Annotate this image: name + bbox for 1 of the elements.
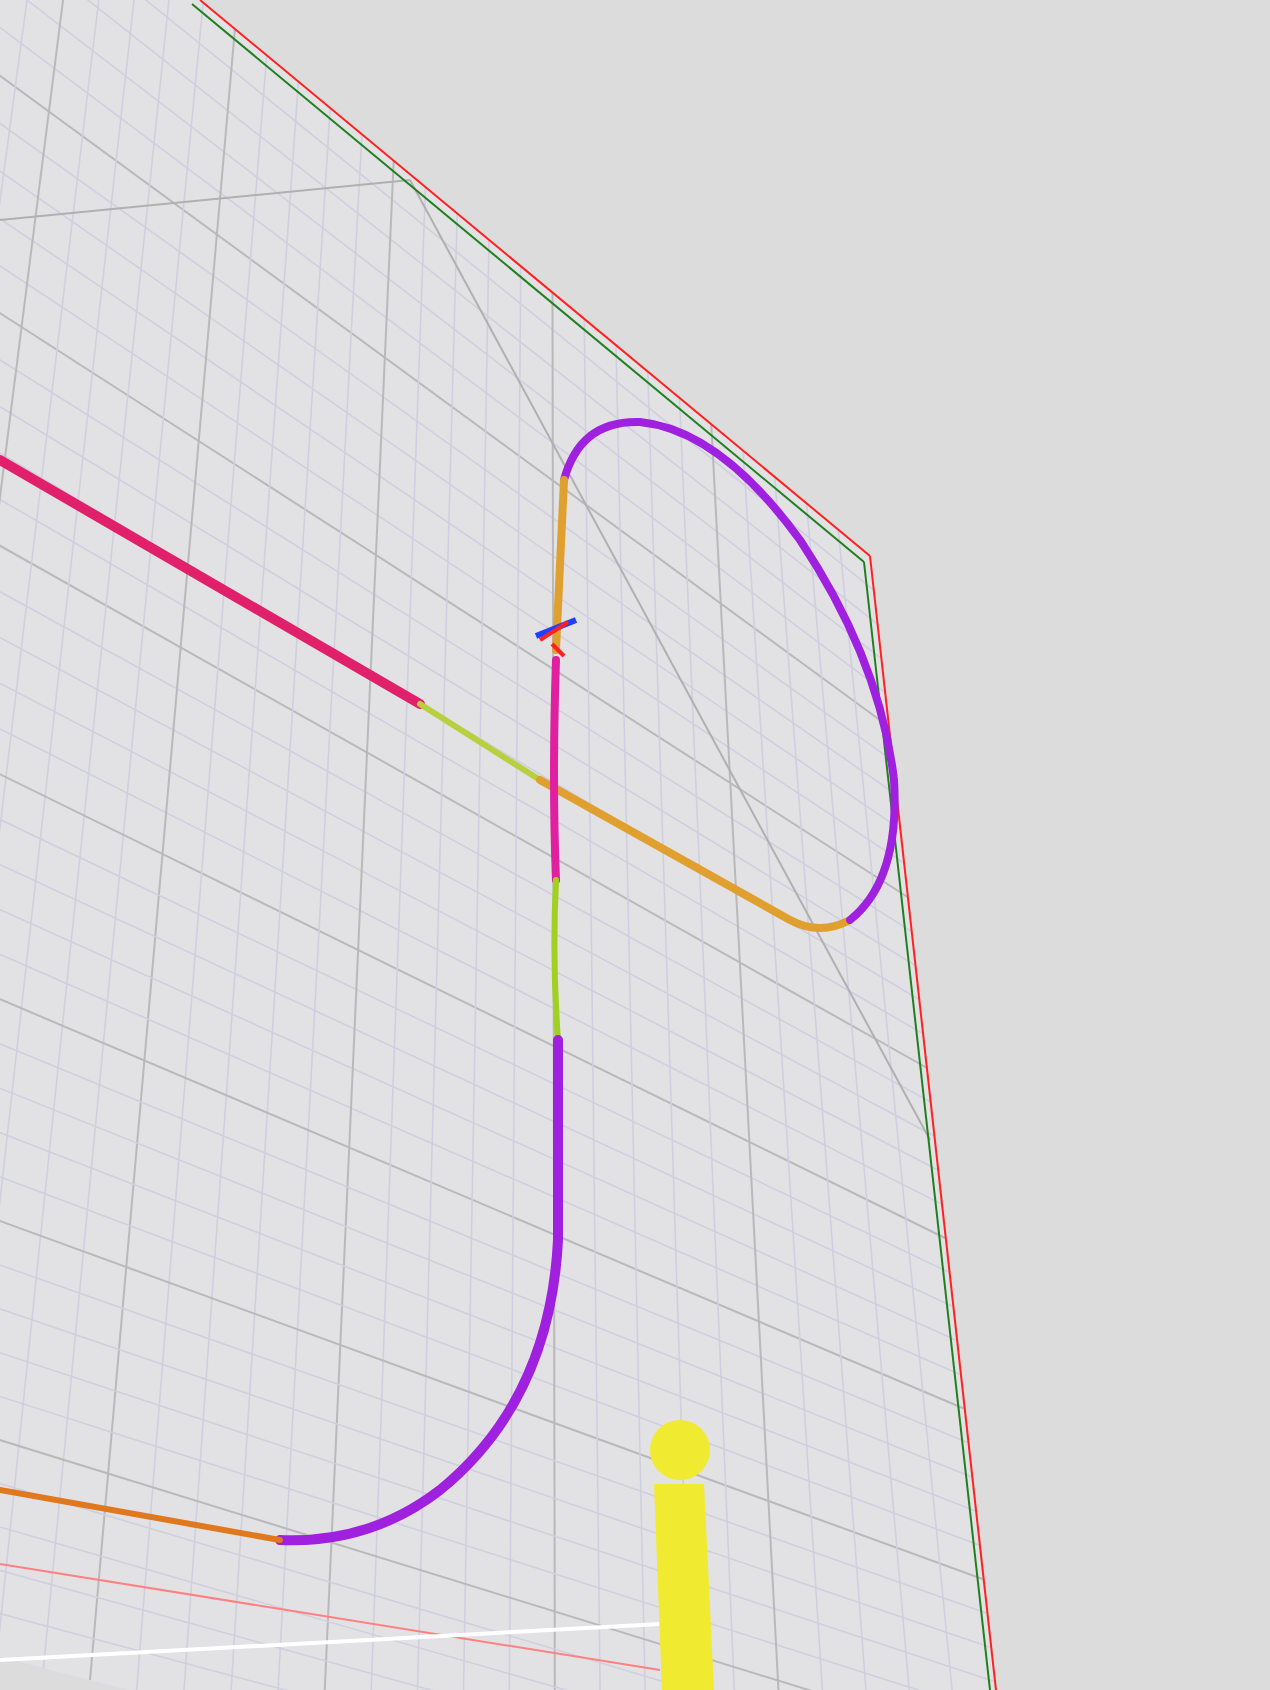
axis-marker-icon (534, 617, 578, 658)
